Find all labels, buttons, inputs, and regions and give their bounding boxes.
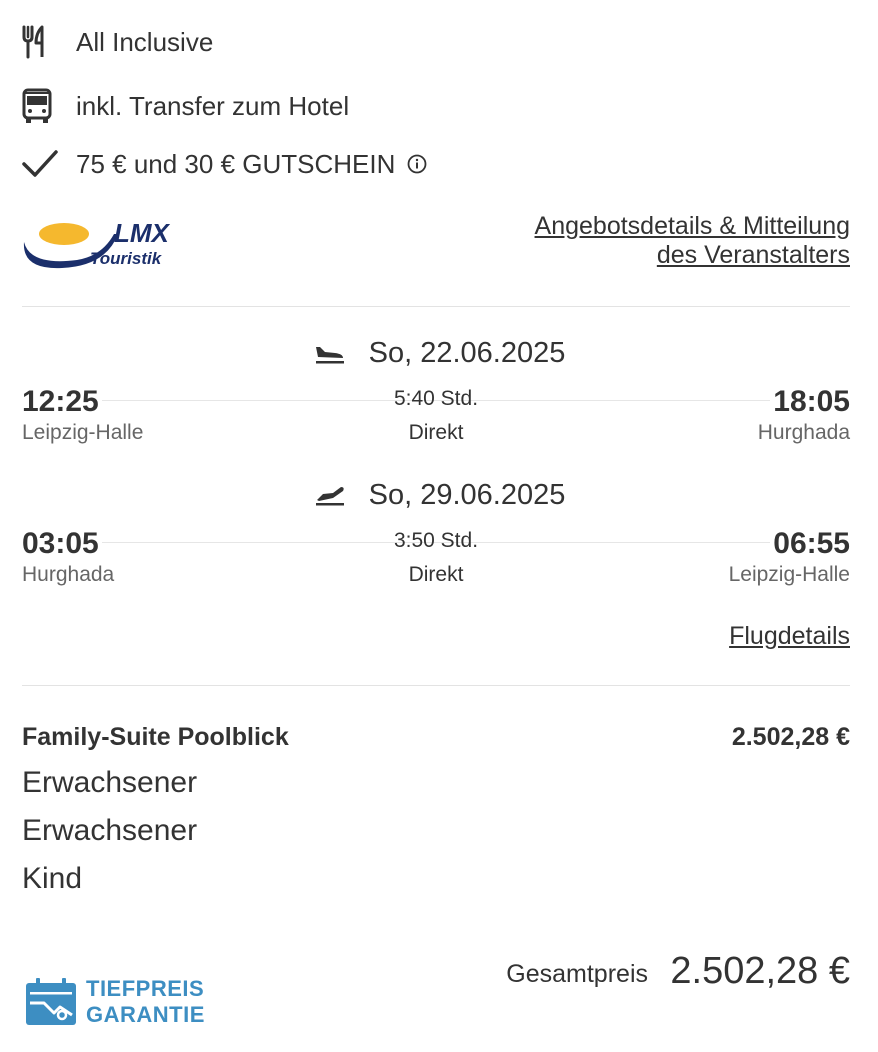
divider: [22, 685, 850, 686]
offer-details-link[interactable]: Angebotsdetails & Mitteilung des Veranst…: [535, 212, 850, 270]
cutlery-icon: [22, 22, 62, 62]
flight-stops: Direkt: [408, 421, 464, 444]
flight-duration: 3:50 Std.: [393, 529, 479, 552]
total-price: 2.502,28 €: [670, 950, 850, 992]
traveler-item: Kind: [22, 862, 83, 895]
offer-link-line: des Veranstalters: [656, 241, 850, 269]
outbound-date-header: So, 22.06.2025: [0, 337, 878, 370]
logo-text-top: LMX: [114, 218, 171, 248]
feature-transfer: inkl. Transfer zum Hotel: [22, 86, 349, 126]
return-date-header: So, 29.06.2025: [0, 479, 878, 512]
badge-line: TIEFPREIS: [86, 976, 205, 1001]
bus-icon: [22, 86, 62, 126]
arrival-city: Hurghada: [757, 421, 850, 444]
room-price: 2.502,28 €: [731, 723, 850, 751]
flight-duration: 5:40 Std.: [393, 387, 479, 410]
return-flight: 03:05 3:50 Std. 06:55 Hurghada Direkt Le…: [22, 527, 850, 597]
outbound-flight: 12:25 5:40 Std. 18:05 Leipzig-Halle Dire…: [22, 385, 850, 455]
flight-date: So, 29.06.2025: [368, 479, 566, 511]
plane-takeoff-icon: [313, 485, 347, 507]
arrival-time: 18:05: [773, 385, 850, 418]
total-price-label: Gesamtpreis: [506, 960, 648, 988]
room-name: Family-Suite Poolblick: [22, 723, 289, 751]
offer-link-line: Angebotsdetails & Mitteilung: [534, 212, 850, 240]
traveler-item: Erwachsener: [22, 766, 198, 799]
badge-text: TIEFPREIS GARANTIE: [86, 976, 205, 1028]
feature-all-inclusive: All Inclusive: [22, 22, 213, 62]
arrival-city: Leipzig-Halle: [728, 563, 850, 586]
feature-voucher: 75 € und 30 € GUTSCHEIN: [22, 144, 427, 184]
plane-landing-icon: [313, 343, 347, 365]
logo-text-bottom: Touristik: [90, 249, 163, 268]
divider: [22, 306, 850, 307]
traveler-item: Erwachsener: [22, 814, 198, 847]
flight-stops: Direkt: [408, 563, 464, 586]
arrival-time: 06:55: [773, 527, 850, 560]
feature-label: All Inclusive: [76, 26, 214, 57]
flight-date: So, 22.06.2025: [368, 337, 566, 369]
operator-logo: LMX Touristik: [22, 214, 182, 274]
low-price-guarantee-badge: TIEFPREIS GARANTIE: [24, 976, 205, 1028]
checkmark-icon: [22, 144, 62, 184]
feature-label: inkl. Transfer zum Hotel: [76, 90, 350, 121]
info-icon[interactable]: [407, 154, 427, 174]
badge-line: GARANTIE: [86, 1002, 205, 1027]
feature-label: 75 € und 30 € GUTSCHEIN: [76, 148, 396, 179]
flight-details-link[interactable]: Flugdetails: [729, 622, 850, 651]
calendar-price-icon: [24, 977, 78, 1027]
